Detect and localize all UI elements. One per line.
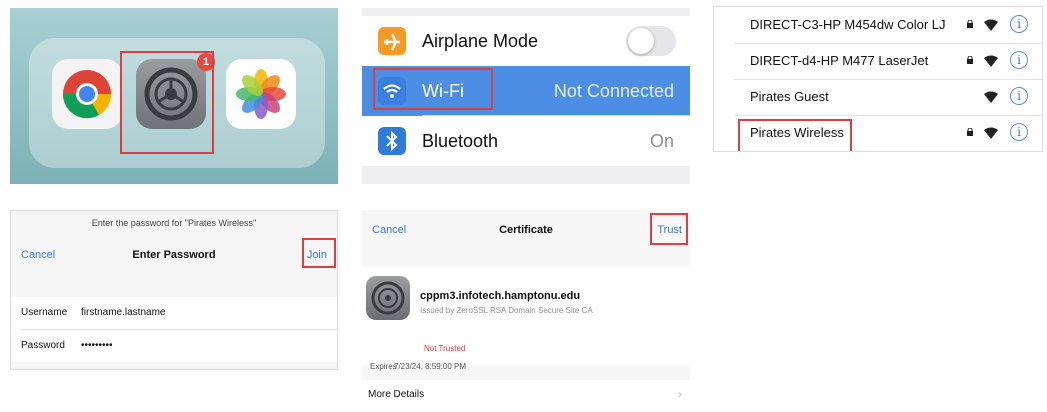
network-name: DIRECT-d4-HP M477 LaserJet <box>750 53 929 68</box>
username-label: Username <box>21 307 68 318</box>
chrome-icon[interactable] <box>52 59 122 129</box>
password-field[interactable]: ••••••••• <box>81 340 113 351</box>
wifi-signal-icon <box>984 91 998 103</box>
password-navbar: Cancel Enter Password Join <box>11 235 337 275</box>
bluetooth-icon <box>378 127 406 155</box>
password-dialog-screenshot: Enter the password for "Pirates Wireless… <box>10 210 338 370</box>
lock-icon <box>967 56 973 64</box>
expires-label: Expires <box>370 362 397 371</box>
certificate-screenshot: Cancel Certificate Trust cppm3.infotech.… <box>362 210 690 410</box>
info-icon[interactable]: i <box>1010 123 1028 141</box>
row-divider <box>422 115 690 116</box>
airplane-mode-toggle[interactable] <box>626 26 676 56</box>
username-field[interactable]: firstname.lastname <box>81 307 165 318</box>
certificate-issuer: Issued by ZeroSSL RSA Domain Secure Site… <box>420 306 593 315</box>
wifi-highlight-box <box>373 68 493 110</box>
certificate-host: cppm3.infotech.hamptonu.edu <box>420 290 581 302</box>
photos-icon[interactable] <box>226 59 296 129</box>
wifi-signal-icon <box>984 127 998 139</box>
network-row[interactable]: Pirates Guest i <box>714 79 1042 115</box>
toggle-knob <box>628 28 654 54</box>
bluetooth-label: Bluetooth <box>422 131 499 151</box>
join-highlight-box <box>302 238 336 268</box>
network-list-screenshot: DIRECT-C3-HP M454dw Color LJ i DIRECT-d4… <box>713 6 1043 152</box>
lock-icon <box>967 128 973 136</box>
airplane-mode-row[interactable]: Airplane Mode <box>362 16 690 66</box>
more-details-row[interactable]: More Details › <box>362 380 690 410</box>
password-label: Password <box>21 340 65 351</box>
chevron-right-icon: › <box>678 387 682 401</box>
wifi-status: Not Connected <box>553 81 674 101</box>
bluetooth-row[interactable]: Bluetooth On <box>362 116 690 166</box>
trust-highlight-box <box>650 213 688 245</box>
wifi-signal-icon <box>984 55 998 67</box>
network-name: Pirates Guest <box>750 89 829 104</box>
airplane-mode-label: Airplane Mode <box>422 31 539 51</box>
network-row[interactable]: DIRECT-d4-HP M477 LaserJet i <box>714 43 1042 79</box>
airplane-icon <box>378 27 406 55</box>
password-title: Enter Password <box>132 249 216 261</box>
bluetooth-status: On <box>649 131 674 151</box>
expires-value: 7/23/24, 8:59:00 PM <box>394 362 467 371</box>
settings-screenshot: Airplane Mode Wi-Fi Not Connected Blueto… <box>362 8 690 184</box>
lock-icon <box>967 20 973 28</box>
certificate-card <box>362 266 690 366</box>
more-details-label: More Details <box>368 389 425 400</box>
password-row[interactable]: Password ••••••••• <box>11 330 337 362</box>
username-row[interactable]: Username firstname.lastname <box>11 297 337 329</box>
certificate-title: Certificate <box>499 224 553 236</box>
wifi-signal-icon <box>984 19 998 31</box>
info-icon[interactable]: i <box>1010 15 1028 33</box>
settings-highlight-box <box>120 51 214 154</box>
info-icon[interactable]: i <box>1010 51 1028 69</box>
password-hint: Enter the password for "Pirates Wireless… <box>91 218 257 228</box>
trust-status: Not Trusted <box>424 344 466 353</box>
network-highlight-box <box>738 119 852 151</box>
certificate-navbar: Cancel Certificate Trust <box>362 210 690 250</box>
settings-icon <box>366 276 410 320</box>
network-name: DIRECT-C3-HP M454dw Color LJ <box>750 17 946 32</box>
dock-screenshot: 1 <box>10 8 338 184</box>
info-icon[interactable]: i <box>1010 87 1028 105</box>
network-row[interactable]: DIRECT-C3-HP M454dw Color LJ i <box>714 7 1042 43</box>
